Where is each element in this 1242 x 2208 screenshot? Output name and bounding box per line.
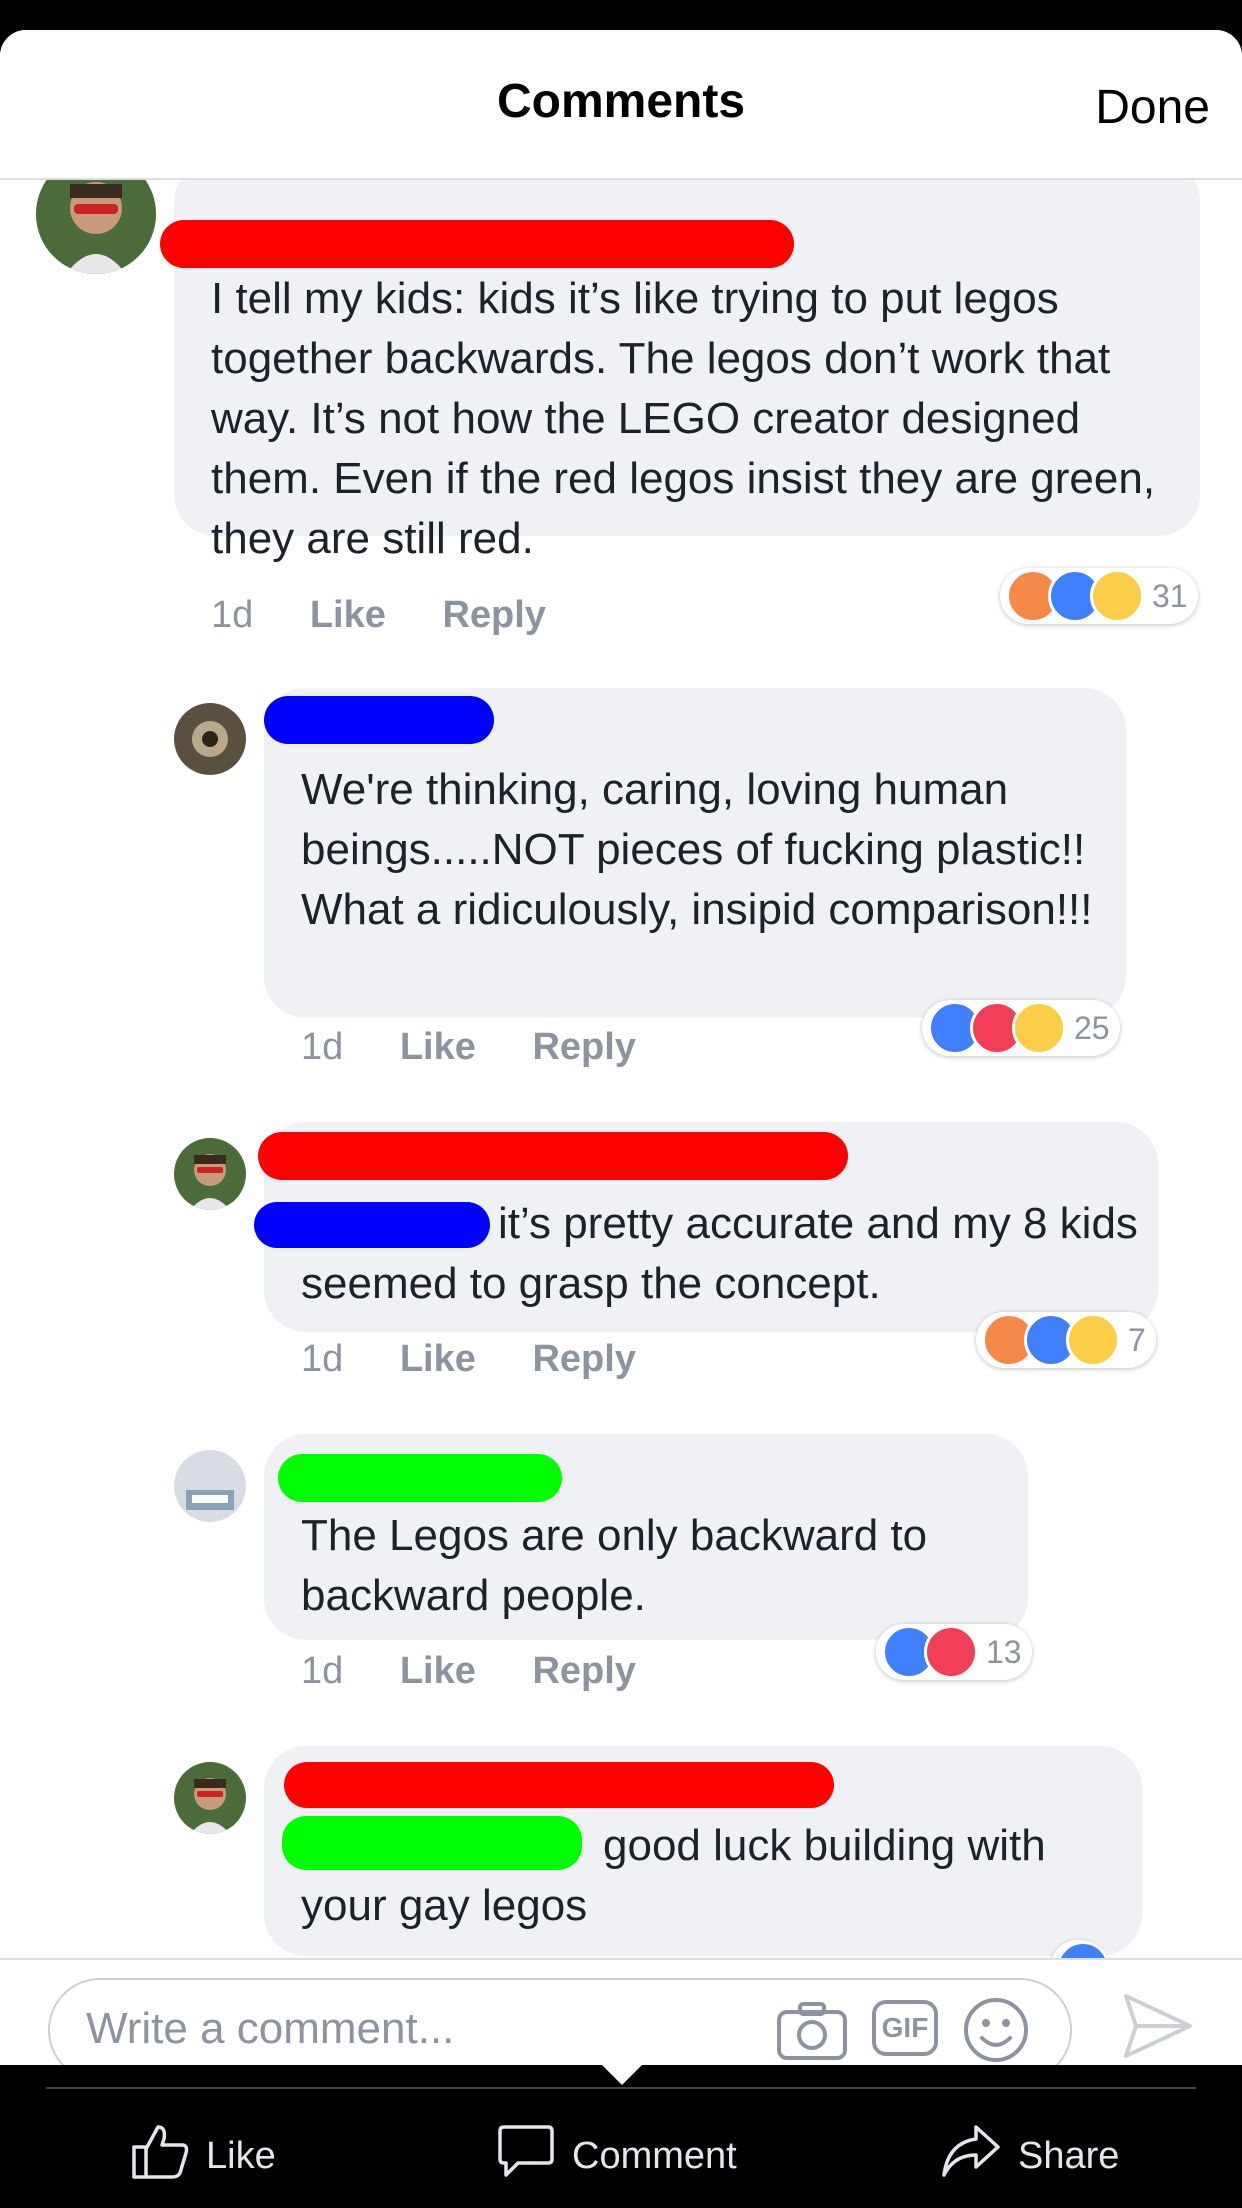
haha-reaction-icon: [1066, 1313, 1120, 1367]
speech-bubble-icon: [496, 2121, 556, 2191]
redacted-author-name: [284, 1762, 834, 1808]
reply-link[interactable]: Reply: [442, 594, 545, 636]
share-arrow-icon: [940, 2121, 1002, 2191]
comment-time: 1d: [301, 1650, 344, 1692]
tab-like[interactable]: Like: [130, 2121, 276, 2191]
send-icon[interactable]: [1122, 1990, 1194, 2065]
tab-share-label: Share: [1018, 2134, 1120, 2177]
reaction-count: 7: [1128, 1321, 1146, 1358]
comment-text: good luck building with your gay legos: [301, 1821, 1046, 1930]
done-button[interactable]: Done: [1095, 80, 1210, 135]
comment-input[interactable]: Write a comment... GIF: [48, 1978, 1072, 2065]
comment-text: I tell my kids: kids it’s like trying to…: [211, 274, 1156, 563]
redacted-author-name: [278, 1454, 562, 1502]
avatar[interactable]: [174, 1450, 246, 1522]
comment-list[interactable]: I tell my kids: kids it’s like trying to…: [0, 180, 1242, 1958]
like-link[interactable]: Like: [400, 1338, 476, 1380]
reaction-count: 31: [1152, 577, 1188, 614]
page-title: Comments: [496, 75, 746, 128]
comment-text: We're thinking, caring, loving human bei…: [301, 765, 1093, 934]
reaction-count: 13: [986, 1633, 1022, 1670]
comment-time: 1d: [301, 1338, 344, 1380]
comments-sheet: Comments Done I tell my kids: kids it’s …: [0, 30, 1242, 2065]
comment-meta: 1d Like Reply: [301, 1026, 636, 1069]
avatar[interactable]: [174, 1762, 246, 1834]
avatar[interactable]: [174, 1138, 246, 1210]
sad-reaction-icon: [1090, 569, 1144, 623]
like-link[interactable]: Like: [400, 1026, 476, 1068]
comment-input-placeholder: Write a comment...: [86, 2004, 455, 2053]
comment-time: 1d: [301, 1026, 344, 1068]
comment-meta: 1d Like Reply: [301, 1338, 636, 1381]
redacted-author-name: [160, 220, 794, 268]
reply-link[interactable]: Reply: [532, 1338, 635, 1380]
thumbs-up-icon: [130, 2121, 190, 2191]
comments-header: Comments Done: [0, 30, 1242, 180]
post-action-bar: Like Comment Share: [0, 2065, 1242, 2208]
comment-text: The Legos are only backward to backward …: [301, 1511, 928, 1620]
like-link[interactable]: Like: [400, 1650, 476, 1692]
love-reaction-icon: [924, 1625, 978, 1679]
sheet-pointer: [602, 2065, 642, 2085]
gif-icon[interactable]: GIF: [872, 2000, 938, 2056]
comment-time: 1d: [211, 594, 254, 636]
reaction-summary[interactable]: 13: [876, 1624, 1032, 1680]
comment-composer: Write a comment... GIF: [0, 1958, 1242, 2065]
comment-meta: 1d Like Reply: [211, 594, 546, 637]
tab-bar-divider: [46, 2087, 1196, 2089]
avatar[interactable]: [174, 703, 246, 775]
comment-text: it’s pretty accurate and my 8 kids seeme…: [301, 1199, 1138, 1308]
reply-link[interactable]: Reply: [532, 1650, 635, 1692]
emoji-icon[interactable]: [962, 1996, 1030, 2065]
reaction-summary[interactable]: 31: [1000, 568, 1198, 624]
reply-link[interactable]: Reply: [532, 1026, 635, 1068]
reaction-summary[interactable]: 7: [976, 1312, 1156, 1368]
tab-like-label: Like: [206, 2134, 276, 2177]
tab-share[interactable]: Share: [940, 2121, 1119, 2191]
tab-comment-label: Comment: [572, 2134, 737, 2177]
like-link[interactable]: Like: [310, 594, 386, 636]
reaction-count: 25: [1074, 1009, 1110, 1046]
haha-reaction-icon: [1012, 1001, 1066, 1055]
redacted-author-name: [258, 1132, 848, 1180]
comment-meta: 1d Like Reply: [301, 1650, 636, 1693]
reaction-summary[interactable]: 25: [922, 1000, 1120, 1056]
avatar[interactable]: [36, 180, 156, 274]
tab-comment[interactable]: Comment: [496, 2121, 737, 2191]
camera-icon[interactable]: [776, 2000, 848, 2065]
redacted-author-name: [264, 696, 494, 744]
